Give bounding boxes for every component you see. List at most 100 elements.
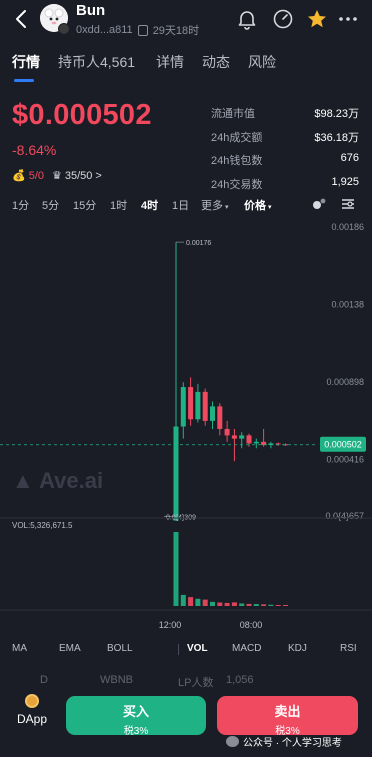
tab-holders[interactable]: 持币人4,561: [58, 52, 135, 72]
interval-5m[interactable]: 5分: [42, 197, 59, 213]
token-name: Bun: [76, 2, 106, 19]
crown-chip[interactable]: ♛ 35/50 >: [52, 169, 102, 183]
liquidity-row: D WBNB LP人数 1,056: [0, 670, 372, 689]
sell-label: 卖出: [274, 704, 301, 719]
chevron-right-icon: >: [95, 169, 102, 182]
dapp-icon: [25, 694, 39, 708]
indicator-divider: [178, 644, 179, 655]
candle-body: [231, 435, 237, 439]
copy-icon[interactable]: [137, 24, 148, 36]
indicator-rsi[interactable]: RSI: [340, 643, 357, 654]
candle-body: [188, 387, 194, 420]
lp-count-value: 1,056: [226, 674, 254, 686]
chart-settings-icon[interactable]: [340, 196, 356, 212]
interval-more[interactable]: 更多 ▾: [201, 197, 228, 213]
stat-row: 24h钱包数 676: [211, 152, 359, 176]
y-axis-label: 0.00186: [331, 222, 364, 232]
back-arrow-icon[interactable]: [12, 8, 32, 30]
tab-activity[interactable]: 动态: [202, 52, 230, 72]
interval-1h[interactable]: 1时: [110, 197, 127, 213]
watermark-text: 公众号 · 个人学习思考: [243, 738, 342, 749]
indicator-tabs: MA EMA BOLL VOL MACD KDJ RSI: [0, 643, 372, 659]
candle-body: [202, 391, 208, 421]
indicator-boll[interactable]: BOLL: [107, 643, 133, 654]
interval-1d[interactable]: 1日: [172, 197, 189, 213]
wechat-icon: [226, 736, 239, 747]
bag-chip-value: 5/0: [28, 169, 44, 182]
indicator-vol[interactable]: VOL: [187, 643, 208, 654]
pair-left-label: D: [40, 674, 48, 686]
volume-bar: [231, 602, 237, 606]
candle-body: [224, 428, 230, 436]
volume-bar: [261, 604, 267, 606]
drawing-tools-icon[interactable]: [310, 195, 328, 213]
favorite-star-icon[interactable]: [306, 8, 328, 30]
tag-chips: 💰 5/0 ♛ 35/50 >: [12, 169, 102, 183]
more-icon[interactable]: [337, 8, 359, 30]
y-axis-label: 0.00138: [331, 299, 364, 309]
dapp-button[interactable]: DApp: [14, 694, 50, 726]
candle-body: [275, 443, 281, 445]
stat-label: 24h成交额: [211, 131, 263, 144]
stat-value: $98.23万: [314, 108, 359, 120]
active-tab-indicator: [14, 79, 34, 82]
stat-label: 流通市值: [211, 108, 255, 120]
buy-button[interactable]: 买入 税3%: [66, 696, 206, 737]
indicator-macd[interactable]: MACD: [232, 643, 261, 654]
price-type-label: 价格: [244, 200, 266, 212]
candle-body: [217, 406, 223, 429]
tab-details[interactable]: 详情: [156, 52, 184, 72]
stats-panel: 流通市值 $98.23万 24h成交额 $36.18万 24h钱包数 676 2…: [211, 105, 359, 199]
max-price-label: 0.00176: [186, 240, 211, 247]
crown-icon: ♛: [52, 170, 62, 182]
volume-bar: [239, 603, 245, 606]
last-price-tag-label: 0.000502: [324, 440, 362, 450]
stat-value: $36.18万: [314, 131, 359, 144]
chain-badge-icon: [58, 23, 70, 35]
sell-button[interactable]: 卖出 税3%: [217, 696, 358, 737]
interval-1m[interactable]: 1分: [12, 197, 29, 213]
header: Bun 0xdd...a811 29天18时: [0, 0, 372, 42]
volume-bar: [195, 598, 201, 606]
ave-watermark: ▲ Ave.ai: [12, 468, 103, 493]
volume-bar: [224, 602, 230, 606]
pair-quote-label: WBNB: [100, 674, 133, 686]
main-tabs: 行情 持币人4,561 详情 动态 风险: [0, 52, 372, 82]
token-age: 29天18时: [152, 25, 200, 37]
indicator-kdj[interactable]: KDJ: [288, 643, 307, 654]
volume-bar: [246, 603, 252, 606]
money-bag-icon: 💰: [12, 170, 26, 182]
candle-body: [246, 435, 252, 444]
caret-down-icon: ▾: [266, 204, 272, 211]
candle-body: [195, 391, 201, 420]
candlestick-chart[interactable]: ▲ Ave.ai 0.00186 0.00138 0.000898 0.000416 0.…: [0, 218, 372, 638]
bag-chip[interactable]: 💰 5/0: [12, 169, 44, 183]
y-axis-label: 0.0{4}657: [325, 511, 364, 521]
interval-selector: 1分 5分 15分 1时 4时 1日 更多 ▾ 价格 ▾: [0, 195, 372, 215]
volume-bar: [173, 532, 179, 606]
indicator-ma[interactable]: MA: [12, 643, 27, 654]
x-axis-label: 12:00: [159, 620, 182, 630]
interval-15m[interactable]: 15分: [73, 197, 96, 213]
price-type-dropdown[interactable]: 价格 ▾: [244, 197, 271, 213]
volume-bar: [202, 599, 208, 606]
interval-4h[interactable]: 4时: [141, 197, 158, 213]
candle-body: [180, 387, 186, 427]
y-axis-label: 0.000898: [326, 377, 364, 387]
x-axis-label: 08:00: [240, 620, 263, 630]
tab-risk[interactable]: 风险: [248, 52, 276, 72]
caret-down-icon: ▾: [223, 204, 229, 211]
stat-value: 1,925: [331, 175, 359, 188]
buy-label: 买入: [122, 704, 149, 719]
volume-bar: [253, 604, 259, 606]
contract-address: 0xdd...a811: [76, 24, 133, 36]
indicator-ema[interactable]: EMA: [59, 643, 81, 654]
current-price: $0.000502: [12, 99, 152, 131]
stat-row: 24h成交额 $36.18万: [211, 129, 359, 153]
gauge-icon[interactable]: [272, 8, 294, 30]
tab-market[interactable]: 行情: [12, 52, 40, 72]
candle-body: [253, 441, 259, 444]
token-subline: 0xdd...a811 29天18时: [76, 22, 199, 38]
volume-bar: [217, 602, 223, 606]
bell-icon[interactable]: [236, 8, 258, 30]
